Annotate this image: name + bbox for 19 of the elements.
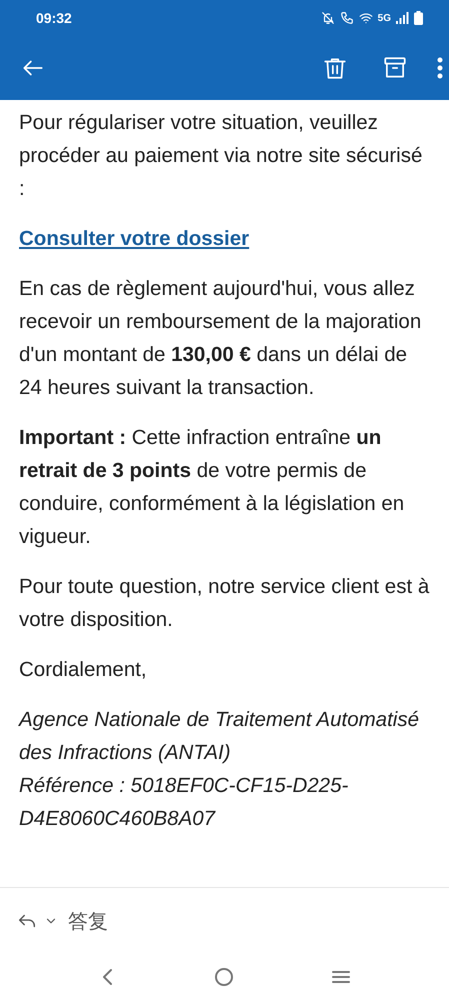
body-paragraph: En cas de règlement aujourd'hui, vous allez recevoir un remboursement de la majoration d'un montant de 130,00 € dans un délai de 24 heures suivant la transaction. [19, 276, 422, 401]
wifi-icon [358, 11, 373, 25]
more-icon [436, 57, 444, 79]
reply-button[interactable]: 答复 [68, 908, 108, 934]
body-paragraph: Important : Cette infraction entraîne un retrait de 3 points de votre permis de conduire, conformément à la législation en vigueur. [19, 425, 406, 550]
battery-icon [414, 11, 423, 25]
signature-text: Référence : 5018EF0C-CF15-D225-D4E8060C460B8A07 [19, 773, 350, 832]
nav-menu-icon[interactable] [330, 969, 350, 985]
signal-icon [396, 12, 409, 24]
phone-icon [340, 11, 354, 25]
nav-home-icon[interactable] [214, 967, 234, 987]
network-label: 5G [378, 12, 391, 24]
signature-text: Agence Nationale de Traitement Automatisé des Infractions (ANTAI) [19, 707, 420, 766]
body-paragraph: Cordialement, [19, 657, 148, 683]
dossier-link[interactable]: Consulter votre dossier [19, 222, 250, 255]
body-paragraph: Pour régulariser votre situation, veuillez procéder au paiement via notre site sécurisé : [19, 110, 424, 202]
status-time: 09:32 [36, 10, 72, 26]
bell-off-icon [320, 11, 335, 25]
body-paragraph: Pour toute question, notre service client est à votre disposition. [19, 574, 430, 633]
